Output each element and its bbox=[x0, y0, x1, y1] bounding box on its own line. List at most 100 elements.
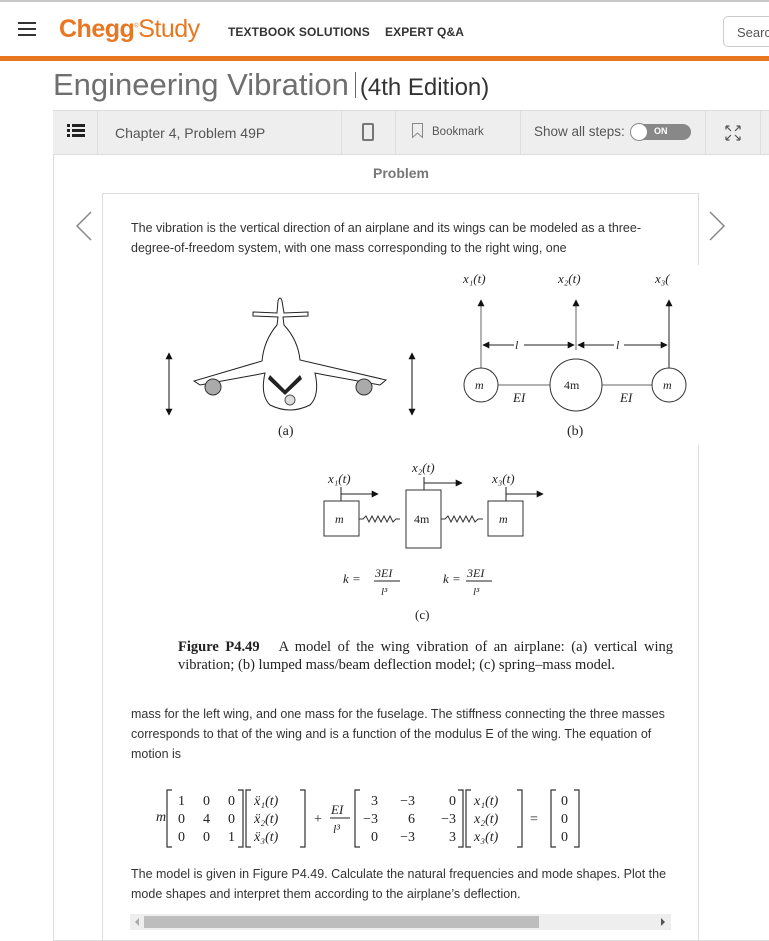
rhs-1: 0 bbox=[561, 794, 568, 809]
logo-study: Study bbox=[138, 15, 200, 43]
phone-icon bbox=[362, 123, 374, 141]
b-x2-label: x₂(t) bbox=[557, 271, 581, 286]
horizontal-scrollbar[interactable] bbox=[130, 914, 671, 930]
m-12: 0 bbox=[203, 794, 210, 809]
disp-3: x₃(t) bbox=[473, 830, 499, 845]
next-arrow-icon[interactable] bbox=[707, 210, 727, 242]
c-mass-left-label: m bbox=[335, 512, 344, 526]
show-all-steps-label: Show all steps: bbox=[534, 124, 625, 139]
search-input[interactable]: Search bbox=[723, 16, 769, 47]
m-23: 0 bbox=[228, 812, 235, 827]
rhs-3: 0 bbox=[561, 830, 568, 845]
c-x1-label: x₁(t) bbox=[327, 471, 351, 486]
b-beam-right-label: EI bbox=[619, 390, 633, 405]
chapter-problem-label: Chapter 4, Problem 49P bbox=[115, 125, 266, 141]
fullscreen-button[interactable] bbox=[706, 111, 761, 155]
bookmark-button[interactable]: Bookmark bbox=[396, 111, 521, 155]
panel-c-label: (c) bbox=[415, 607, 429, 622]
panel-c-spring-model: x₁(t) x₂(t) x₃(t) m 4m m k = 3EI l³ k = … bbox=[323, 460, 544, 622]
bookmark-label: Bookmark bbox=[432, 126, 484, 138]
book-title-text: Engineering Vibration bbox=[53, 67, 349, 102]
k-23: −3 bbox=[441, 812, 456, 827]
eq-equals: = bbox=[530, 812, 538, 827]
site-header: Chegg®Study TEXTBOOK SOLUTIONS EXPERT Q&… bbox=[0, 2, 769, 57]
previous-arrow-icon[interactable] bbox=[74, 210, 94, 242]
problem-closing-text: The model is given in Figure P4.49. Calc… bbox=[131, 867, 667, 901]
mobile-view-button[interactable] bbox=[342, 111, 396, 155]
accel-1: ẍ₁(t) bbox=[253, 794, 279, 809]
disp-2: x₂(t) bbox=[473, 812, 499, 827]
c-spring-right bbox=[441, 514, 483, 524]
m-33: 1 bbox=[228, 830, 235, 845]
eq-plus: + bbox=[314, 812, 322, 827]
m-13: 0 bbox=[228, 794, 235, 809]
c-mass-right-label: m bbox=[499, 512, 508, 526]
c-k-right-den: l³ bbox=[473, 586, 480, 598]
m-11: 1 bbox=[178, 794, 185, 809]
b-length-right: l bbox=[616, 338, 620, 352]
equation-of-motion: m 1 0 0 0 4 0 0 0 1 ẍ₁(t) ẍ₂(t) ẍ₃(t) + … bbox=[156, 789, 580, 848]
disp-1: x₁(t) bbox=[473, 794, 499, 809]
k-33: 3 bbox=[449, 830, 456, 845]
problem-toolbar: Chapter 4, Problem 49P Bookmark Show all… bbox=[53, 110, 769, 155]
chapter-list-button[interactable] bbox=[53, 111, 98, 155]
c-k-left-den: l³ bbox=[381, 586, 388, 598]
figure-caption: Figure P4.49 A model of the wing vibrati… bbox=[178, 638, 673, 674]
show-all-steps-toggle[interactable]: ON bbox=[630, 123, 691, 141]
m-31: 0 bbox=[178, 830, 185, 845]
problem-intro-text: The vibration is the vertical direction … bbox=[131, 221, 642, 255]
caption-label: Figure P4.49 bbox=[178, 639, 260, 655]
scroll-right-icon[interactable] bbox=[661, 918, 665, 926]
title-separator bbox=[354, 72, 356, 98]
m-21: 0 bbox=[178, 812, 185, 827]
book-title: Engineering Vibration (4th Edition) bbox=[53, 67, 489, 103]
nose-gear bbox=[284, 394, 296, 406]
nav-expert-qa[interactable]: EXPERT Q&A bbox=[385, 25, 464, 39]
panel-b-label: (b) bbox=[567, 424, 584, 439]
toggle-state-label: ON bbox=[654, 126, 668, 136]
figure-p4-49: (a) x₁(t) x₂(t) x₃( l l m 4m m EI EI (b)… bbox=[165, 265, 700, 622]
left-engine bbox=[204, 378, 222, 396]
expand-icon bbox=[725, 125, 741, 141]
k-32: −3 bbox=[400, 830, 415, 845]
c-mass-center-label: 4m bbox=[414, 512, 430, 526]
k-13: 0 bbox=[449, 794, 456, 809]
menu-icon[interactable] bbox=[18, 22, 36, 36]
c-spring-left bbox=[359, 514, 400, 524]
toggle-knob bbox=[630, 123, 648, 141]
c-x3-label: x₃(t) bbox=[491, 471, 515, 486]
m-32: 0 bbox=[203, 830, 210, 845]
b-mass-right-label: m bbox=[663, 378, 672, 392]
b-mass-center-label: 4m bbox=[564, 378, 580, 392]
k-31: 0 bbox=[371, 830, 378, 845]
b-mass-left-label: m bbox=[475, 378, 484, 392]
right-engine bbox=[355, 378, 373, 396]
c-k-left-num: 3EI bbox=[374, 566, 393, 580]
accel-3: ẍ₃(t) bbox=[253, 830, 279, 845]
scroll-left-icon[interactable] bbox=[135, 918, 139, 926]
chapter-problem-selector[interactable]: Chapter 4, Problem 49P bbox=[98, 111, 342, 155]
b-beam-left-label: EI bbox=[512, 390, 526, 405]
m-22: 4 bbox=[203, 812, 210, 827]
list-icon bbox=[67, 124, 85, 138]
k-11: 3 bbox=[371, 794, 378, 809]
book-edition: (4th Edition) bbox=[359, 74, 490, 101]
chegg-study-logo[interactable]: Chegg®Study bbox=[59, 15, 200, 44]
nav-textbook-solutions[interactable]: TEXTBOOK SOLUTIONS bbox=[228, 25, 370, 39]
c-x2-label: x₂(t) bbox=[411, 460, 435, 475]
k-12: −3 bbox=[400, 794, 415, 809]
b-length-left: l bbox=[515, 338, 519, 352]
b-x1-label: x₁(t) bbox=[462, 271, 486, 286]
c-k-right-lhs: k = bbox=[443, 571, 461, 586]
c-k-right-num: 3EI bbox=[466, 566, 485, 580]
scrollbar-thumb[interactable] bbox=[144, 916, 539, 928]
eq-stiff-num: EI bbox=[330, 802, 344, 817]
logo-brand: Chegg bbox=[59, 15, 135, 43]
problem-middle-text: mass for the left wing, and one mass for… bbox=[131, 707, 665, 761]
panel-a-label: (a) bbox=[278, 424, 294, 439]
k-21: −3 bbox=[363, 812, 378, 827]
header-accent-bar bbox=[0, 56, 769, 61]
k-22: 6 bbox=[408, 812, 415, 827]
problem-heading: Problem bbox=[372, 165, 429, 181]
bookmark-icon bbox=[412, 123, 423, 138]
